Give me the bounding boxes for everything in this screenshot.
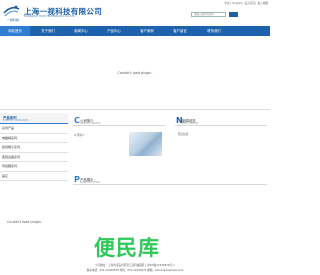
news-panel: N 新闻动态 NEWS CENTER 暂无信息 [175, 116, 267, 176]
nav-item-home[interactable]: 网站首页 [0, 26, 30, 36]
sidebar-subtitle: PRODUCT CATEGORIES [3, 119, 29, 122]
sidebar-item[interactable]: 其它 [0, 172, 68, 181]
sidebar-header: 产品系列 PRODUCT CATEGORIES [0, 113, 68, 124]
banner-plugin-message: Couldn't load plugin. [117, 71, 153, 75]
news-header: N 新闻动态 NEWS CENTER [175, 116, 267, 126]
sidebar-item[interactable]: 接线端子系列 [0, 143, 68, 153]
nav-item-about[interactable]: 关于我们 [33, 26, 63, 36]
banner: Couldn't load plugin. [0, 36, 270, 110]
content-plugin-message: Couldn't load plugin. [7, 220, 43, 224]
sidebar-item[interactable]: 电磁阀系列 [0, 134, 68, 143]
top-link-homepage[interactable]: 设为首页 [245, 2, 255, 5]
header: 一视科技 上海一视科技有限公司 SHANGHAI YISHI TECHNOLOG… [0, 0, 270, 26]
main-nav: 网站首页 关于我们 新闻中心 产品中心 客户案例 客户留言 联系我们 [0, 26, 270, 36]
top-link-english[interactable]: English [232, 2, 241, 5]
products-subtitle: PRODUCTS SHOW [80, 181, 100, 184]
footer-line-contact: 联系电话：021-12345678 传真：021-12345679 邮箱：adm… [86, 269, 184, 272]
about-header: C 公司简介 COMPANY PROFILE [73, 116, 165, 126]
about-panel: C 公司简介 COMPANY PROFILE 公司简介 [73, 116, 165, 176]
products-header: P 产品展示 PRODUCTS SHOW [73, 175, 267, 185]
footer-line-address: 公司地址：上海市浦东新区张江高科技园区 | 沪ICP备12345678号-1 [95, 264, 175, 267]
sidebar-item[interactable]: 系列产品 [0, 124, 68, 134]
nav-item-cases[interactable]: 客户案例 [132, 26, 162, 36]
company-logo-icon[interactable] [3, 4, 20, 18]
sidebar-item[interactable]: 变频设备系列 [0, 153, 68, 162]
sidebar: 产品系列 PRODUCT CATEGORIES 系列产品 电磁阀系列 接线端子系… [0, 113, 68, 181]
news-subtitle: NEWS CENTER [182, 122, 199, 125]
nav-item-products[interactable]: 产品中心 [99, 26, 129, 36]
search-button[interactable] [229, 12, 238, 17]
nav-item-news[interactable]: 新闻中心 [66, 26, 96, 36]
company-name-en: SHANGHAI YISHI TECHNOLOGY CO.,LTD [24, 15, 75, 18]
logo-caption: 一视科技 [6, 18, 19, 22]
nav-item-messages[interactable]: 客户留言 [165, 26, 195, 36]
sidebar-item[interactable]: 传感器系列 [0, 162, 68, 172]
top-link-favorite[interactable]: 加入收藏 [258, 2, 268, 5]
footer: 公司地址：上海市浦东新区张江高科技园区 | 沪ICP备12345678号-1 联… [0, 260, 270, 275]
search-input[interactable]: 请输入搜索关键字 [191, 12, 226, 17]
about-letter: C [74, 116, 80, 125]
about-image [129, 132, 162, 156]
top-links: 中文| English| 设为首页| 加入收藏 [224, 2, 268, 5]
products-letter: P [74, 175, 80, 184]
news-item[interactable]: 暂无信息 [178, 132, 188, 136]
about-subtitle: COMPANY PROFILE [80, 122, 101, 125]
nav-item-contact[interactable]: 联系我们 [199, 26, 229, 36]
top-link-chinese[interactable]: 中文 [225, 2, 230, 5]
about-link[interactable]: 公司简介 [74, 133, 84, 137]
watermark: 便民库 [94, 236, 160, 260]
products-panel: P 产品展示 PRODUCTS SHOW [73, 175, 267, 187]
